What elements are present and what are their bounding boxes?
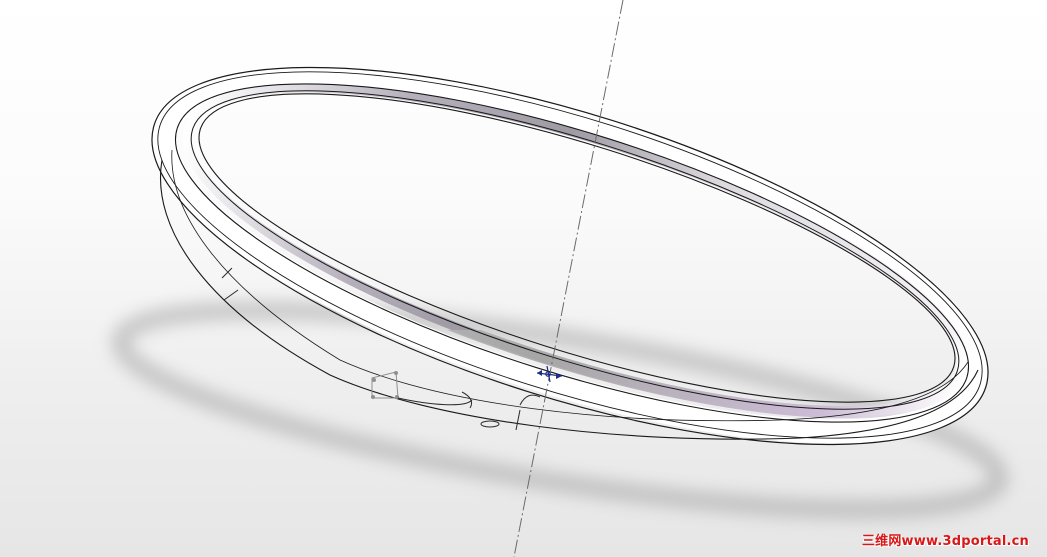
- model-scene[interactable]: [0, 0, 1047, 557]
- watermark-text: 三维网www.3dportal.cn: [861, 534, 1029, 549]
- graphics-viewport[interactable]: 三维网www.3dportal.cn: [0, 0, 1047, 557]
- ring-part[interactable]: [111, 0, 1028, 523]
